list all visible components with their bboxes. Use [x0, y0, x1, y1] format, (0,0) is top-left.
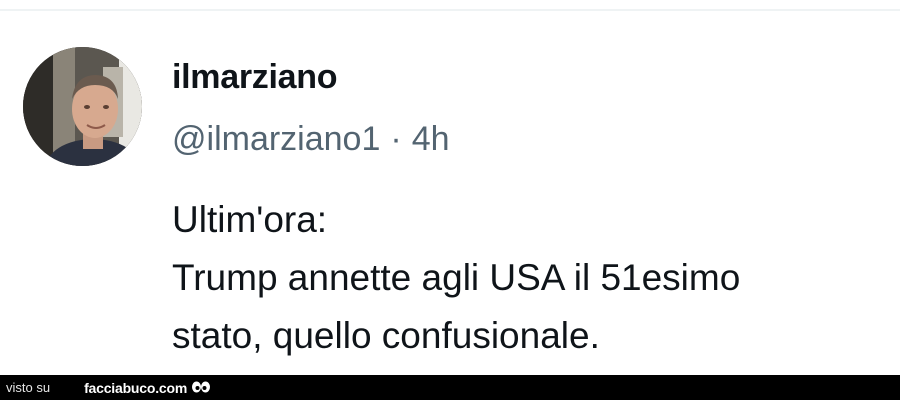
- profile-photo-icon: [23, 47, 142, 166]
- watermark-bar: visto su facciabuco.com: [0, 375, 900, 400]
- eyes-icon: [191, 380, 211, 396]
- meta-separator: ·: [390, 120, 402, 158]
- tweet-header: ilmarziano: [172, 57, 337, 97]
- avatar[interactable]: [23, 47, 142, 166]
- display-name[interactable]: ilmarziano: [172, 57, 337, 97]
- watermark-site: facciabuco.com: [84, 379, 188, 396]
- tweet-meta: @ilmarziano1 · 4h: [172, 119, 450, 159]
- tweet-text: Ultim'ora: Trump annette agli USA il 51e…: [172, 191, 872, 365]
- tweet-card[interactable]: ilmarziano @ilmarziano1 · 4h Ultim'ora: Tr…: [0, 11, 900, 375]
- user-handle[interactable]: @ilmarziano1: [172, 120, 380, 158]
- tweet-timestamp[interactable]: 4h: [412, 120, 450, 158]
- watermark-prefix: visto su: [6, 380, 51, 395]
- tweet-text-line: Ultim'ora:: [172, 199, 328, 240]
- tweet-text-line: stato, quello confusionale.: [172, 315, 600, 356]
- tweet-text-line: Trump annette agli USA il 51esimo: [172, 257, 741, 298]
